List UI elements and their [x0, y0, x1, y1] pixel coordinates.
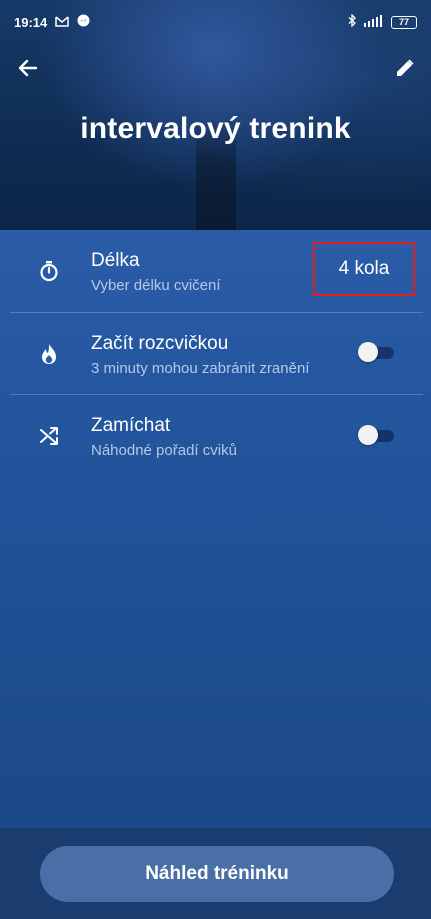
shuffle-icon [38, 425, 60, 447]
battery-indicator: 77 [391, 15, 417, 29]
status-bar: 19:14 77 [0, 0, 431, 44]
bluetooth-icon [348, 13, 357, 30]
status-left: 19:14 [14, 14, 90, 30]
length-value[interactable]: 4 kola [313, 242, 415, 296]
bottom-bar: Náhled tréninku [0, 828, 431, 919]
setting-row-shuffle[interactable]: Zamíchat Náhodné pořadí cviků [0, 395, 431, 477]
setting-row-length[interactable]: Délka Vyber délku cvičení 4 kola [0, 230, 431, 312]
preview-workout-button[interactable]: Náhled tréninku [40, 846, 394, 902]
messenger-icon [77, 14, 90, 30]
shuffle-toggle[interactable] [358, 425, 394, 445]
setting-sub-warmup: 3 minuty mohou zabránit zranění [91, 360, 310, 377]
warmup-toggle[interactable] [358, 342, 394, 362]
signal-icon [363, 14, 385, 30]
setting-sub-length: Vyber délku cvičení [91, 277, 221, 294]
setting-label-warmup: Začít rozcvičkou [91, 333, 229, 354]
page-title: intervalový trenink [80, 112, 351, 145]
back-button[interactable] [10, 50, 46, 86]
status-right: 77 [348, 13, 417, 30]
pencil-icon [397, 59, 414, 76]
hero-header: 19:14 77 intervalový trenink [0, 0, 431, 230]
arrow-left-icon [18, 59, 38, 77]
settings-panel: Délka Vyber délku cvičení 4 kola Začít r… [0, 230, 431, 828]
status-time: 19:14 [14, 14, 48, 30]
edit-button[interactable] [387, 50, 423, 86]
toggle-knob [358, 342, 378, 362]
flame-icon [38, 343, 60, 365]
setting-sub-shuffle: Náhodné pořadí cviků [91, 442, 237, 459]
setting-label-length: Délka [91, 250, 140, 271]
toggle-knob [358, 425, 378, 445]
setting-row-warmup[interactable]: Začít rozcvičkou 3 minuty mohou zabránit… [0, 313, 431, 395]
setting-label-shuffle: Zamíchat [91, 415, 171, 436]
stopwatch-icon [38, 260, 60, 282]
gmail-icon [55, 15, 69, 30]
